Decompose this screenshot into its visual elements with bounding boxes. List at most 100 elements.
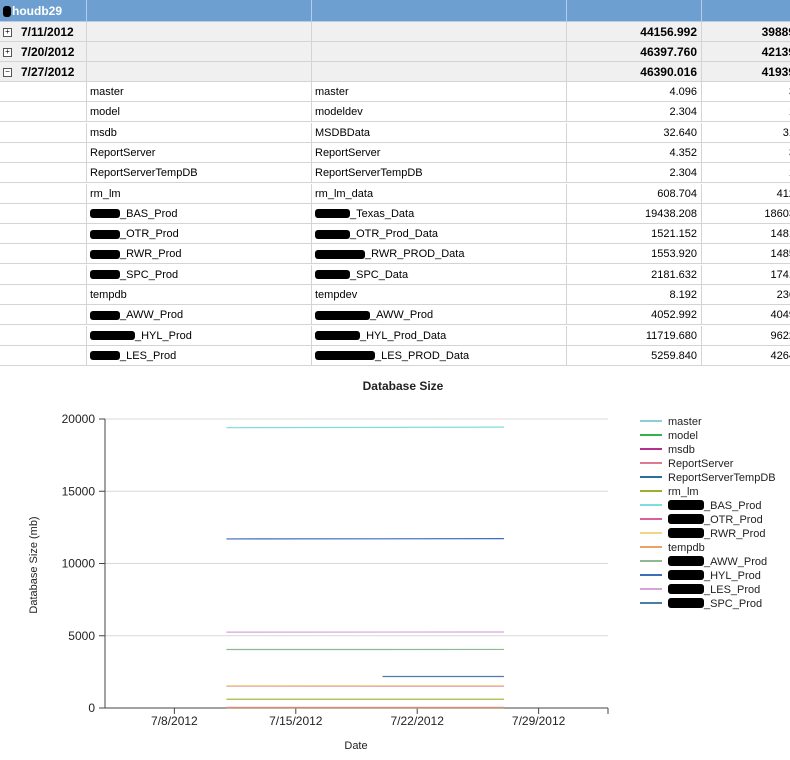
expand-toggle-icon[interactable]: + — [3, 28, 12, 37]
redaction-mark — [90, 270, 120, 279]
group-date: 7/20/2012 — [21, 45, 74, 59]
size-cell: 1553.920 — [567, 244, 702, 264]
redaction-mark — [315, 209, 350, 218]
group-date: 7/27/2012 — [21, 65, 74, 79]
file-name: tempdev — [315, 289, 357, 301]
row-spacer-cell — [0, 265, 87, 285]
y-tick-label: 0 — [88, 701, 95, 715]
database-name: _LES_Prod — [120, 350, 176, 362]
file-name-cell: MSDBData — [312, 123, 567, 143]
table-row: _BAS_Prod_Texas_Data19438.20818603 — [0, 204, 790, 224]
group-total: 46397.760 — [567, 42, 702, 62]
group-date-cell: −7/27/2012 — [0, 62, 87, 82]
redaction-mark — [315, 331, 360, 340]
group-date: 7/11/2012 — [21, 25, 74, 39]
database-name: master — [90, 86, 124, 98]
database-name-cell: model — [87, 102, 312, 122]
col5-cell: 1 — [702, 102, 790, 122]
x-axis-label: Date — [344, 740, 367, 752]
expand-toggle-icon[interactable]: + — [3, 48, 12, 57]
file-name-cell: _HYL_Prod_Data — [312, 326, 567, 346]
group-total: 44156.992 — [567, 22, 702, 42]
y-tick-label: 15000 — [62, 484, 96, 498]
database-name-cell: _RWR_Prod — [87, 244, 312, 264]
size-cell: 5259.840 — [567, 346, 702, 366]
row-spacer-cell — [0, 123, 87, 143]
legend-label: _HYL_Prod — [703, 570, 761, 582]
file-name-cell: master — [312, 82, 567, 102]
y-tick-label: 20000 — [62, 412, 96, 426]
legend-label: _SPC_Prod — [703, 598, 762, 610]
table-row: _OTR_Prod_OTR_Prod_Data1521.1521481 — [0, 224, 790, 244]
size-cell: 19438.208 — [567, 204, 702, 224]
col5-cell: 4264 — [702, 346, 790, 366]
file-name-cell: _LES_PROD_Data — [312, 346, 567, 366]
size-cell: 2181.632 — [567, 265, 702, 285]
database-name: _AWW_Prod — [120, 309, 183, 321]
legend-label: model — [668, 430, 698, 442]
file-name: modeldev — [315, 106, 363, 118]
database-name: ReportServerTempDB — [90, 167, 198, 179]
database-name-cell: _BAS_Prod — [87, 204, 312, 224]
redaction-mark — [315, 230, 350, 239]
redaction-mark — [668, 556, 704, 566]
table-row: _AWW_Prod_AWW_Prod4052.9924049 — [0, 305, 790, 325]
row-spacer-cell — [0, 204, 87, 224]
redaction-mark — [668, 514, 704, 524]
group-col5: 41939 — [702, 62, 790, 82]
col5-cell: 9622 — [702, 326, 790, 346]
file-name-cell: ReportServer — [312, 143, 567, 163]
legend-label: msdb — [668, 444, 695, 456]
redaction-mark — [668, 570, 704, 580]
legend-label: master — [668, 416, 702, 428]
expand-toggle-icon[interactable]: − — [3, 68, 12, 77]
legend-label: rm_lm — [668, 486, 699, 498]
redaction-mark — [668, 528, 704, 538]
col5-cell: 1485 — [702, 244, 790, 264]
header-cell — [702, 0, 790, 22]
table-row: ReportServerReportServer4.3523 — [0, 143, 790, 163]
size-cell: 8.192 — [567, 285, 702, 305]
header-cell — [567, 0, 702, 22]
header-cell — [87, 0, 312, 22]
group-row[interactable]: +7/20/2012 46397.76042139 — [0, 42, 790, 62]
file-name-cell: _OTR_Prod_Data — [312, 224, 567, 244]
y-tick-label: 5000 — [68, 629, 95, 643]
redaction-mark — [90, 250, 120, 259]
group-total: 46390.016 — [567, 62, 702, 82]
row-spacer-cell — [0, 305, 87, 325]
server-name: houdb29 — [12, 4, 62, 18]
group-col5: 42139 — [702, 42, 790, 62]
col5-cell: 18603 — [702, 204, 790, 224]
size-cell: 608.704 — [567, 184, 702, 204]
legend-label: _AWW_Prod — [703, 556, 767, 568]
redaction-mark — [315, 311, 370, 320]
legend-label: _BAS_Prod — [703, 500, 761, 512]
x-tick-label: 7/8/2012 — [151, 714, 198, 728]
table-row: rm_lmrm_lm_data608.704412 — [0, 184, 790, 204]
file-name: _SPC_Data — [350, 269, 408, 281]
redaction-mark — [90, 230, 120, 239]
group-row[interactable]: +7/11/201244156.99239889 — [0, 22, 790, 42]
group-empty-cell — [87, 62, 312, 82]
row-spacer-cell — [0, 285, 87, 305]
col5-cell: 236 — [702, 285, 790, 305]
file-name: ReportServer — [315, 147, 380, 159]
table-row: modelmodeldev2.3041 — [0, 102, 790, 122]
x-tick-label: 7/29/2012 — [512, 714, 566, 728]
database-name-cell: _OTR_Prod — [87, 224, 312, 244]
redaction-mark — [668, 500, 704, 510]
row-spacer-cell — [0, 102, 87, 122]
file-name-cell: modeldev — [312, 102, 567, 122]
file-name: _OTR_Prod_Data — [350, 228, 438, 240]
group-row[interactable]: −7/27/2012 46390.01641939 — [0, 62, 790, 82]
y-axis-label: Database Size (mb) — [28, 516, 40, 613]
legend-label: ReportServer — [668, 458, 734, 470]
col5-cell: 1481 — [702, 224, 790, 244]
group-empty-cell — [312, 22, 567, 42]
redaction-mark — [315, 270, 350, 279]
col5-cell: 1 — [702, 163, 790, 183]
size-cell: 11719.680 — [567, 326, 702, 346]
file-name-cell: _RWR_PROD_Data — [312, 244, 567, 264]
file-name: MSDBData — [315, 127, 370, 139]
